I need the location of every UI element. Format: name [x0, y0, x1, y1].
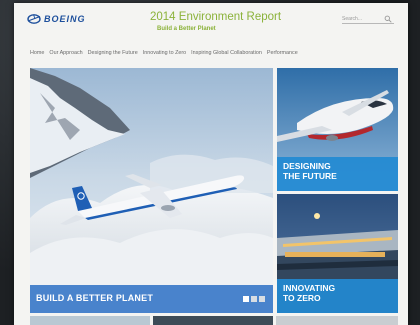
slide-dot-3[interactable]: [259, 296, 265, 302]
search-box[interactable]: [342, 14, 394, 24]
thumbnail-2[interactable]: [153, 316, 273, 325]
logo-text: BOEING: [44, 14, 86, 24]
nav-performance[interactable]: Performance: [267, 50, 298, 56]
boeing-logo-icon: [27, 14, 41, 24]
nav-home[interactable]: Home: [30, 50, 44, 56]
nav-inspiring-global-collaboration[interactable]: Inspiring Global Collaboration: [191, 50, 262, 56]
boeing-logo[interactable]: BOEING: [26, 12, 86, 26]
search-icon[interactable]: [384, 15, 392, 23]
hero-image-airplane-clouds: [30, 68, 273, 313]
nav-innovating-to-zero[interactable]: Innovating to Zero: [143, 50, 186, 56]
tile-caption-bar: DESIGNING THE FUTURE: [277, 157, 398, 191]
tile-caption-designing[interactable]: DESIGNING THE FUTURE: [283, 161, 337, 181]
tile-innovating-to-zero[interactable]: INNOVATING TO ZERO: [277, 194, 398, 313]
report-title: 2014 Environment Report: [150, 11, 282, 23]
hero-caption[interactable]: BUILD A BETTER PLANET: [36, 293, 153, 303]
page-header: BOEING 2014 Environment Report Build a B…: [14, 3, 408, 43]
hero-slideshow[interactable]: BUILD A BETTER PLANET: [30, 68, 273, 313]
thumbnail-3[interactable]: [276, 316, 398, 325]
tile-caption-innovating[interactable]: INNOVATING TO ZERO: [283, 283, 335, 303]
main-nav: Home Our Approach Designing the Future I…: [30, 50, 298, 56]
tile-designing-the-future[interactable]: DESIGNING THE FUTURE: [277, 68, 398, 191]
nav-our-approach[interactable]: Our Approach: [49, 50, 82, 56]
hero-caption-bar: BUILD A BETTER PLANET: [30, 285, 273, 313]
thumbnail-1[interactable]: [30, 316, 150, 325]
nav-designing-the-future[interactable]: Designing the Future: [88, 50, 138, 56]
slide-dot-1[interactable]: [243, 296, 249, 302]
report-subtitle: Build a Better Planet: [157, 26, 216, 32]
bottom-thumbnails: [30, 316, 398, 325]
slide-indicators: [243, 296, 265, 302]
slide-dot-2[interactable]: [251, 296, 257, 302]
report-page: BOEING 2014 Environment Report Build a B…: [14, 3, 408, 325]
tile-caption-bar: INNOVATING TO ZERO: [277, 279, 398, 313]
search-input[interactable]: [342, 14, 384, 23]
